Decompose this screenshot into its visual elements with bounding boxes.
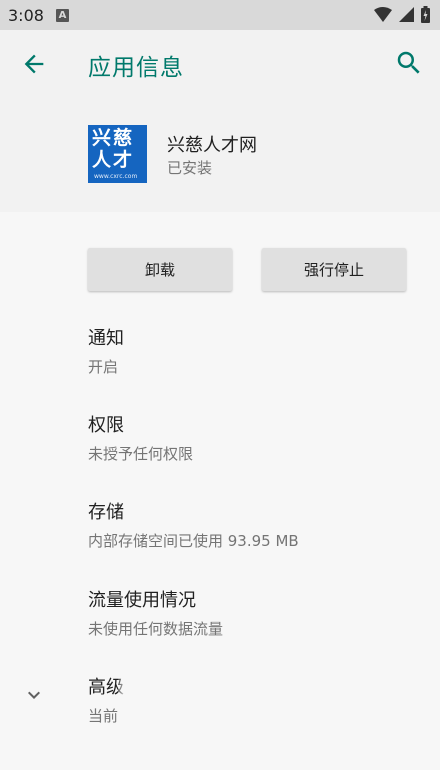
app-install-status: 已安装 — [167, 159, 213, 177]
app-bar: 应用信息 — [0, 30, 440, 98]
search-icon[interactable] — [394, 48, 424, 78]
signal-icon — [399, 7, 414, 22]
arrow-left-icon[interactable] — [20, 50, 48, 78]
pref-storage[interactable]: 存储 内部存储空间已使用 93.95 MB — [88, 498, 418, 551]
pref-title: 通知 — [88, 328, 124, 349]
watermark-overlay — [118, 665, 440, 770]
chevron-down-icon[interactable] — [22, 683, 46, 707]
status-bar: 3:08 A — [0, 0, 440, 30]
status-time: 3:08 — [8, 5, 44, 25]
pref-title: 存储 — [88, 502, 124, 523]
app-logo-icon: 兴慈 人才 www.cxrc.com — [88, 125, 147, 183]
app-name: 兴慈人才网 — [167, 135, 257, 156]
force-stop-button[interactable]: 强行停止 — [262, 248, 406, 291]
wifi-icon — [374, 7, 392, 22]
uninstall-button[interactable]: 卸载 — [88, 248, 232, 291]
pref-notifications[interactable]: 通知 开启 — [88, 324, 418, 377]
status-icons — [374, 6, 430, 23]
notification-badge-icon: A — [55, 8, 69, 22]
page-title: 应用信息 — [88, 55, 184, 81]
pref-summary: 未使用任何数据流量 — [88, 620, 224, 638]
pref-title: 流量使用情况 — [88, 590, 196, 611]
app-logo-url: www.cxrc.com — [94, 173, 138, 180]
app-header: 兴慈 人才 www.cxrc.com 兴慈人才网 已安装 — [0, 98, 440, 212]
pref-summary: 未授予任何权限 — [88, 445, 194, 463]
pref-title: 权限 — [88, 415, 124, 436]
app-logo-text-2: 人才 — [92, 149, 135, 171]
battery-icon — [421, 6, 430, 23]
pref-summary: 开启 — [88, 358, 119, 376]
pref-data-usage[interactable]: 流量使用情况 未使用任何数据流量 — [88, 586, 418, 639]
pref-permissions[interactable]: 权限 未授予任何权限 — [88, 411, 418, 464]
pref-summary: 内部存储空间已使用 93.95 MB — [88, 532, 299, 550]
app-logo-text-1: 兴慈 — [92, 127, 135, 149]
